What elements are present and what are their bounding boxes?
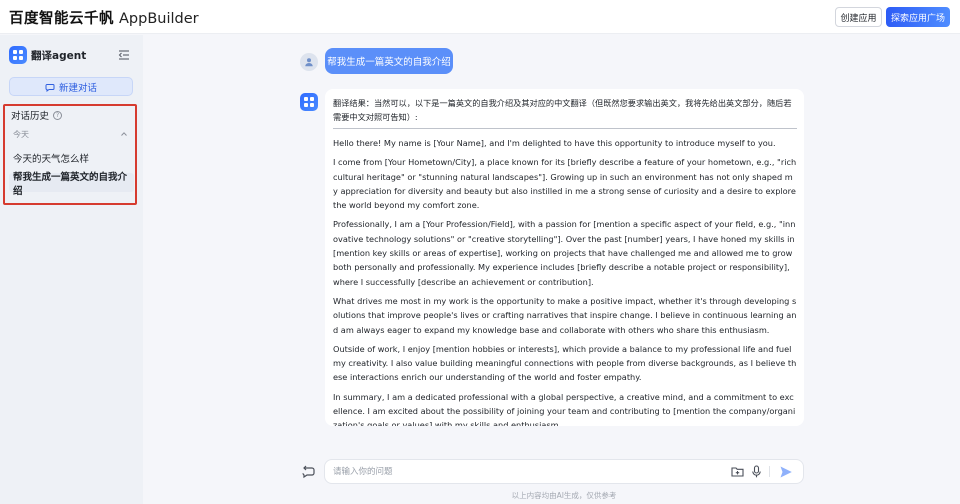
history-title: 对话历史 ? <box>11 108 63 122</box>
answer-paragraph: In summary, I am a dedicated professiona… <box>333 391 796 426</box>
new-chat-icon <box>45 83 55 92</box>
ai-disclaimer: 以上内容均由AI生成，仅供参考 <box>511 491 617 500</box>
bot-avatar-icon <box>300 93 318 111</box>
history-title-label: 对话历史 <box>11 111 50 122</box>
microphone-icon[interactable] <box>751 465 762 478</box>
explore-app-square-button[interactable]: 探索应用广场 <box>886 7 950 27</box>
history-item[interactable]: 今天的天气怎么样 <box>13 151 89 165</box>
create-app-button[interactable]: 创建应用 <box>835 7 882 27</box>
answer-paragraph: What drives me most in my work is the op… <box>333 295 797 335</box>
history-item-active[interactable]: 帮我生成一篇英文的自我介绍 <box>9 172 134 197</box>
upload-file-icon[interactable] <box>731 465 744 478</box>
chat-input-bar <box>324 459 804 484</box>
brand-logo[interactable]: 百度智能云千帆 AppBuilder <box>9 7 199 27</box>
today-group-label: 今天 <box>13 130 29 139</box>
answer-intro: 翻译结果：当然可以，以下是一篇英文的自我介绍及其对应的中文翻译（但既然您要求输出… <box>333 96 797 129</box>
answer-paragraph: Outside of work, I enjoy [mention hobbie… <box>333 343 797 383</box>
user-avatar-icon <box>300 53 318 71</box>
brand-name-cn: 百度智能云千帆 <box>9 11 114 27</box>
input-divider <box>769 466 770 477</box>
agent-name: 翻译agent <box>31 50 87 62</box>
collapse-sidebar-icon[interactable] <box>118 49 130 61</box>
help-icon[interactable]: ? <box>53 110 63 120</box>
user-message-bubble: 帮我生成一篇英文的自我介绍 <box>325 48 453 74</box>
agent-avatar-icon <box>9 46 27 64</box>
answer-paragraph: Hello there! My name is [Your Name], and… <box>333 138 776 148</box>
new-chat-label: 新建对话 <box>58 82 97 94</box>
new-chat-button[interactable]: 新建对话 <box>9 77 133 96</box>
brand-name-en: AppBuilder <box>119 11 199 27</box>
top-header: 百度智能云千帆 AppBuilder 创建应用 探索应用广场 <box>0 0 960 34</box>
reset-conversation-icon[interactable] <box>301 463 317 479</box>
user-icon <box>305 58 313 67</box>
answer-paragraph: Professionally, I am a [Your Profession/… <box>333 219 796 287</box>
sidebar: 翻译agent 新建对话 对话历史 ? 今天 今天的天气怎么样 帮我生成一篇英文… <box>0 35 143 504</box>
answer-message-card: 翻译结果：当然可以，以下是一篇英文的自我介绍及其对应的中文翻译（但既然您要求输出… <box>325 89 804 426</box>
send-icon[interactable] <box>779 465 793 479</box>
answer-paragraph: I come from [Your Hometown/City], a plac… <box>333 157 797 211</box>
agent-header: 翻译agent <box>9 46 135 64</box>
chevron-up-icon[interactable] <box>121 131 127 137</box>
question-input[interactable] <box>333 463 713 480</box>
